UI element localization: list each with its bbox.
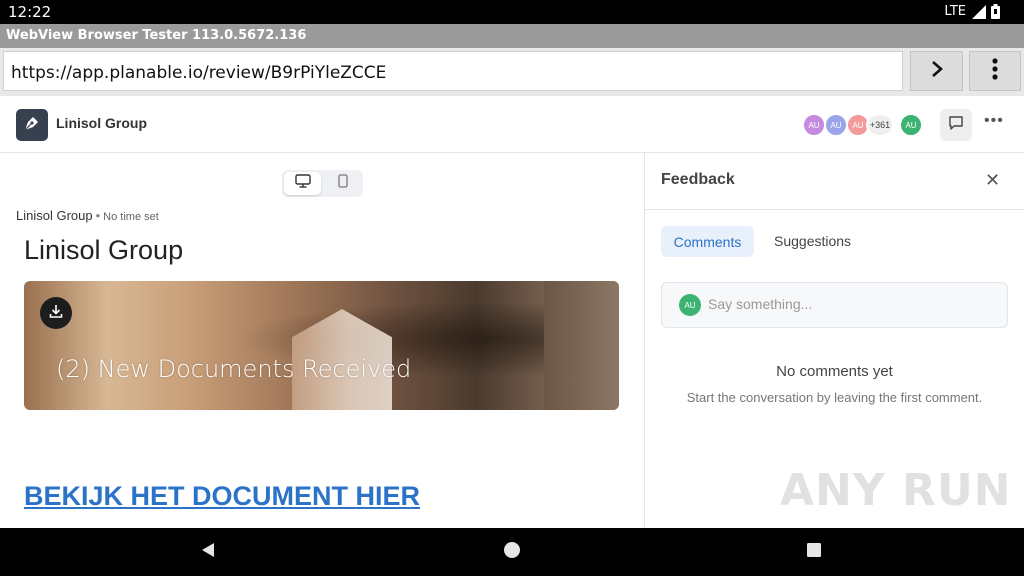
avatar-initials: AU	[684, 300, 696, 310]
comment-icon	[948, 115, 964, 136]
more-users-count[interactable]: +361	[866, 113, 894, 137]
separator-dot: •	[95, 208, 101, 223]
empty-state-title: No comments yet	[776, 363, 893, 380]
comment-input[interactable]	[708, 293, 988, 315]
tab-comments[interactable]: Comments	[661, 226, 754, 257]
avatar-initials: AU	[830, 120, 842, 130]
go-button[interactable]	[910, 51, 963, 91]
url-field[interactable]: https://app.planable.io/review/B9rPiYleZ…	[3, 51, 903, 91]
chevron-right-icon	[930, 60, 944, 83]
status-time: 12:22	[8, 3, 52, 21]
avatar[interactable]: AU	[824, 113, 848, 137]
window-title-bar: WebView Browser Tester 113.0.5672.136	[0, 24, 1024, 48]
desktop-view-button[interactable]	[284, 172, 321, 195]
download-icon	[48, 303, 64, 324]
window-title: WebView Browser Tester 113.0.5672.136	[6, 28, 307, 43]
document-link[interactable]: BEKIJK HET DOCUMENT HIER	[24, 481, 420, 512]
composer-avatar: AU	[679, 294, 701, 316]
post-schedule: No time set	[103, 211, 159, 223]
current-user-avatar[interactable]: AU	[899, 113, 923, 137]
image-window-frame	[544, 281, 619, 410]
empty-state-subtitle: Start the conversation by leaving the fi…	[686, 390, 983, 405]
avatar-initials: AU	[905, 120, 917, 130]
phone-icon	[337, 174, 348, 193]
image-caption: (2) New Documents Received	[56, 355, 412, 383]
close-icon[interactable]: ✕	[985, 170, 1000, 191]
recents-square-icon	[806, 542, 822, 563]
battery-icon	[991, 4, 1000, 24]
more-count-label: +361	[869, 120, 891, 130]
overflow-menu-button[interactable]	[969, 51, 1021, 91]
back-triangle-icon	[200, 542, 216, 563]
comments-toggle-button[interactable]	[940, 109, 972, 141]
status-bar: 12:22 LTE	[0, 0, 1024, 24]
divider	[645, 209, 1024, 210]
workspace-name: Linisol Group	[56, 115, 147, 131]
post-image: (2) New Documents Received	[24, 281, 619, 410]
home-circle-icon	[503, 541, 521, 564]
post-author: Linisol Group	[16, 208, 93, 223]
home-button[interactable]	[482, 528, 542, 576]
android-nav-bar	[0, 528, 1024, 576]
more-options-icon[interactable]: •••	[984, 112, 1004, 130]
download-button[interactable]	[40, 297, 72, 329]
post-title: Linisol Group	[24, 235, 184, 265]
comment-composer: AU	[661, 282, 1008, 328]
device-toggle	[282, 170, 363, 197]
vertical-dots-icon	[992, 57, 998, 85]
avatar[interactable]: AU	[802, 113, 826, 137]
tab-suggestions[interactable]: Suggestions	[774, 233, 851, 249]
pen-nib-icon	[22, 113, 42, 138]
avatar-initials: AU	[808, 120, 820, 130]
signal-icon	[972, 5, 986, 24]
avatar-initials: AU	[852, 120, 864, 130]
feedback-title: Feedback	[661, 171, 735, 188]
network-label: LTE	[944, 4, 966, 19]
mobile-view-button[interactable]	[324, 172, 361, 195]
post-meta: Linisol Group • No time set	[16, 208, 159, 223]
recents-button[interactable]	[784, 528, 844, 576]
monitor-icon	[294, 174, 311, 193]
back-button[interactable]	[178, 528, 238, 576]
workspace-logo	[16, 109, 48, 141]
watermark: ANY RUN	[780, 465, 1012, 516]
